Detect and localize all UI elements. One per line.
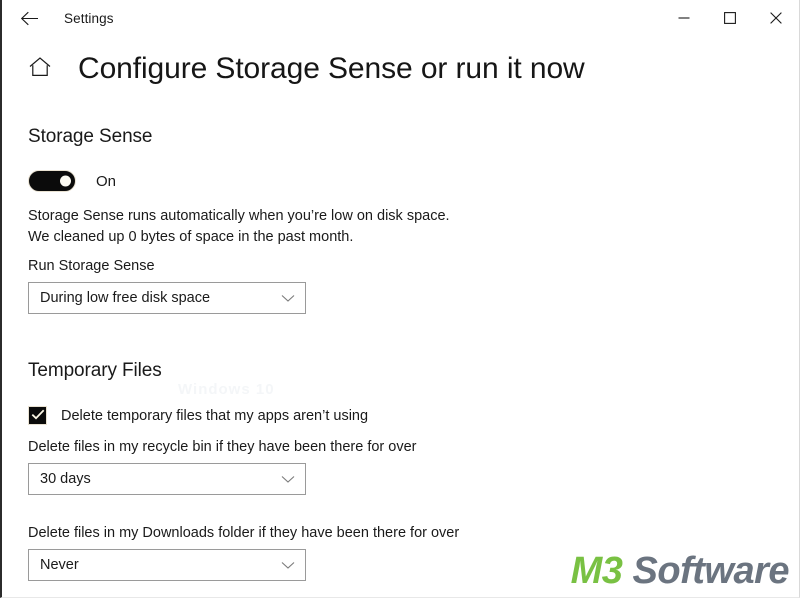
settings-content: Storage Sense On Storage Sense runs auto… [2,126,799,581]
chevron-down-icon [280,290,296,306]
delete-temp-files-checkbox[interactable] [28,406,47,425]
close-button[interactable] [753,0,799,36]
page-title: Configure Storage Sense or run it now [78,52,585,85]
downloads-folder-dropdown[interactable]: Never [28,549,306,581]
title-bar: Settings [2,0,799,36]
back-button[interactable] [6,2,52,34]
toggle-state-label: On [96,172,117,190]
chevron-down-icon [280,471,296,487]
delete-temp-files-label: Delete temporary files that my apps aren… [61,407,369,424]
toggle-knob [60,175,71,187]
home-button[interactable] [24,53,56,85]
home-icon [28,56,52,83]
maximize-button[interactable] [707,0,753,36]
chevron-down-icon [280,557,296,573]
run-storage-sense-label: Run Storage Sense [28,258,155,274]
ghost-watermark-artifact: Windows 10 [178,381,275,398]
arrow-left-icon [20,11,39,26]
downloads-folder-label: Delete files in my Downloads folder if t… [28,525,460,541]
settings-window: Settings Configure Storage Sense or run … [0,0,800,598]
description-line-1: Storage Sense runs automatically when yo… [28,208,450,224]
window-controls [661,0,799,36]
app-title: Settings [64,10,114,26]
downloads-folder-value: Never [40,557,79,573]
minimize-icon [678,12,690,24]
brand-primary: M3 [570,550,623,592]
run-storage-sense-dropdown[interactable]: During low free disk space [28,282,306,314]
temporary-files-heading: Temporary Files [28,360,162,381]
storage-sense-description: Storage Sense runs automatically when yo… [28,206,779,248]
maximize-icon [724,12,736,24]
run-storage-sense-value: During low free disk space [40,290,211,306]
description-line-2: We cleaned up 0 bytes of space in the pa… [28,229,354,245]
storage-sense-heading: Storage Sense [28,126,153,147]
checkmark-icon [31,407,45,425]
delete-temp-files-row[interactable]: Delete temporary files that my apps aren… [28,406,779,425]
brand-watermark: M3 Software [570,550,790,593]
recycle-bin-label: Delete files in my recycle bin if they h… [28,439,417,455]
recycle-bin-dropdown[interactable]: 30 days [28,463,306,495]
minimize-button[interactable] [661,0,707,36]
recycle-bin-value: 30 days [40,471,91,487]
close-icon [770,12,782,24]
storage-sense-toggle-row: On [28,170,779,192]
page-header: Configure Storage Sense or run it now [2,52,799,86]
storage-sense-toggle[interactable] [28,170,76,192]
brand-secondary: Software [632,550,790,592]
